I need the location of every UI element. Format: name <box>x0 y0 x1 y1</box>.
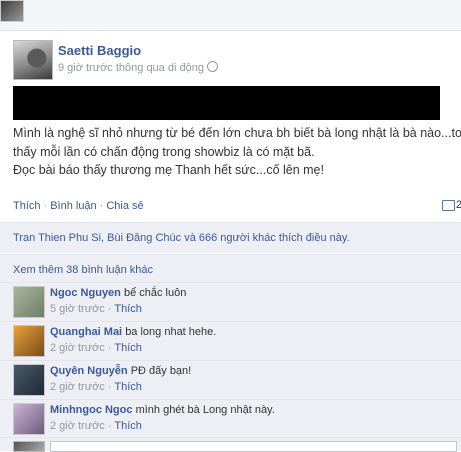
redacted-text-block <box>13 86 440 120</box>
comment-like-link[interactable]: Thích <box>114 303 142 315</box>
comment-count: 2 <box>456 199 461 211</box>
author-name[interactable]: Saetti Baggio <box>58 43 141 58</box>
post-line: thấy mỗi lần có chấn động trong showbiz … <box>13 144 315 159</box>
comment-time[interactable]: 2 giờ trước <box>50 342 105 354</box>
comment-time[interactable]: 2 giờ trước <box>50 420 105 432</box>
commenter-line: Quanghai Mai ba long nhat hehe. <box>50 326 216 338</box>
separator: · <box>99 200 104 212</box>
post-meta: 9 giờ trước thông qua di động <box>58 61 218 74</box>
post-body: Mình là nghệ sĩ nhỏ nhưng từ bé đến lớn … <box>13 124 461 180</box>
globe-icon <box>206 61 218 72</box>
comment-like-link[interactable]: Thích <box>114 420 142 432</box>
comment-meta: 2 giờ trước · Thích <box>50 381 142 393</box>
view-more-comments-link[interactable]: Xem thêm 38 bình luận khác <box>13 264 153 276</box>
share-link[interactable]: Chia sẻ <box>106 200 143 212</box>
comment-meta: 2 giờ trước · Thích <box>50 420 142 432</box>
commenter-name[interactable]: Quyên Nguyễn <box>50 365 128 377</box>
comment-text: PĐ đấy bạn! <box>130 365 192 377</box>
post-line: Đọc bài báo thấy thương mẹ Thanh hết sức… <box>13 163 324 177</box>
commenter-avatar[interactable] <box>13 403 45 435</box>
commenter-line: Ngoc Nguyen bể chắc luôn <box>50 287 186 299</box>
commenter-line: Minhngoc Ngoc mình ghét bà Long nhật này… <box>50 404 275 416</box>
post-time[interactable]: 9 giờ trước thông qua di động <box>58 62 204 74</box>
commenter-name[interactable]: Quanghai Mai <box>50 326 122 338</box>
post-actions: Thích · Bình luận · Chia sẻ <box>13 200 144 212</box>
comment-text: bể chắc luôn <box>123 287 187 299</box>
post-line: Mình là nghệ sĩ nhỏ nhưng từ bé đến lớn … <box>13 126 461 140</box>
comment-icon[interactable] <box>442 200 455 211</box>
commenter-avatar[interactable] <box>13 286 45 318</box>
comment-meta: 5 giờ trước · Thích <box>50 303 142 315</box>
comment-time[interactable]: 5 giờ trước <box>50 303 105 315</box>
separator: · <box>43 200 48 212</box>
comment-link[interactable]: Bình luận <box>50 200 96 212</box>
commenter-name[interactable]: Minhngoc Ngoc <box>50 404 133 416</box>
viewer-avatar <box>13 441 45 452</box>
comment-input[interactable] <box>50 441 457 452</box>
like-link[interactable]: Thích <box>13 200 41 212</box>
comment-text: ba long nhat hehe. <box>125 326 217 338</box>
comment-like-link[interactable]: Thích <box>114 342 142 354</box>
comment-text: mình ghét bà Long nhật này. <box>135 404 275 416</box>
previous-post-footer <box>0 0 461 31</box>
author-avatar[interactable] <box>13 40 53 80</box>
commenter-name[interactable]: Ngoc Nguyen <box>50 287 121 299</box>
previous-avatar[interactable] <box>0 0 24 22</box>
likes-text[interactable]: Tran Thien Phu Si, Bùi Đăng Chúc và 666 … <box>13 232 350 244</box>
commenter-avatar[interactable] <box>13 325 45 357</box>
commenter-avatar[interactable] <box>13 364 45 396</box>
comment-time[interactable]: 2 giờ trước <box>50 381 105 393</box>
comment-meta: 2 giờ trước · Thích <box>50 342 142 354</box>
comment-like-link[interactable]: Thích <box>114 381 142 393</box>
commenter-line: Quyên Nguyễn PĐ đấy bạn! <box>50 365 191 377</box>
